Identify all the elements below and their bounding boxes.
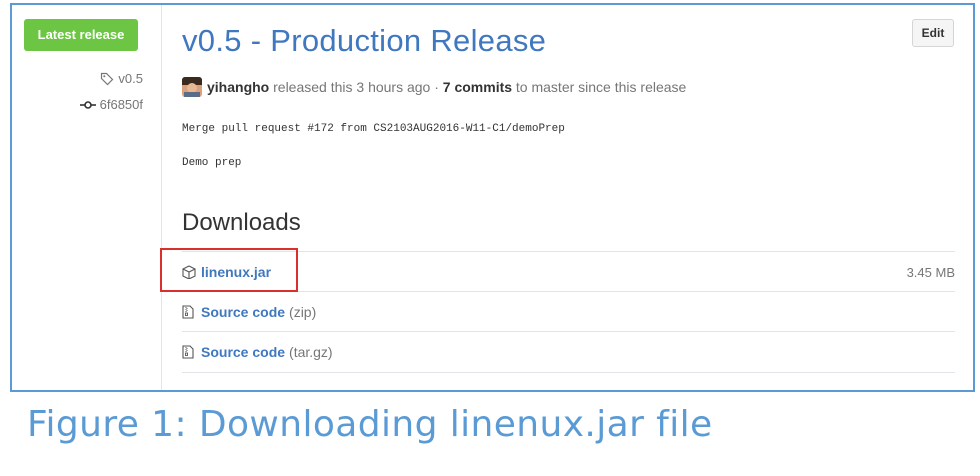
release-title[interactable]: v0.5 - Production Release xyxy=(182,23,546,59)
release-main: v0.5 - Production Release Edit yihangho … xyxy=(161,5,973,390)
release-body-line-2: Demo prep xyxy=(182,157,242,169)
edit-button[interactable]: Edit xyxy=(912,19,954,47)
release-sidebar: Latest release v0.5 6f6850f xyxy=(12,5,162,390)
author-link[interactable]: yihangho xyxy=(207,79,269,95)
download-link-targz[interactable]: Source code xyxy=(201,344,285,360)
highlight-box xyxy=(160,248,298,292)
commits-link[interactable]: 7 commits xyxy=(443,79,512,95)
download-row-targz[interactable]: Source code (tar.gz) xyxy=(182,331,955,373)
avatar[interactable] xyxy=(182,77,202,97)
figure-caption: Figure 1: Downloading linenux.jar file xyxy=(27,404,713,445)
release-byline: yihangho released this 3 hours ago · 7 c… xyxy=(182,77,686,97)
file-zip-icon xyxy=(182,344,196,360)
latest-release-badge: Latest release xyxy=(24,19,138,51)
file-zip-icon xyxy=(182,304,196,320)
release-body-line-1: Merge pull request #172 from CS2103AUG20… xyxy=(182,123,565,135)
commit-label: 6f6850f xyxy=(99,97,143,112)
commit-link[interactable]: 6f6850f xyxy=(79,97,143,112)
tag-link[interactable]: v0.5 xyxy=(100,71,143,86)
download-ext-zip: (zip) xyxy=(289,304,317,320)
downloads-heading: Downloads xyxy=(182,209,301,236)
download-link-zip[interactable]: Source code xyxy=(201,304,285,320)
release-frame: Latest release v0.5 6f6850f v0.5 - Produ… xyxy=(10,3,975,392)
tag-label: v0.5 xyxy=(118,71,143,86)
download-size: 3.45 MB xyxy=(906,264,955,280)
download-ext-targz: (tar.gz) xyxy=(289,344,333,360)
download-row-zip[interactable]: Source code (zip) xyxy=(182,291,955,332)
commit-icon xyxy=(79,100,96,110)
since-text: to master since this release xyxy=(512,79,687,95)
released-text: released this 3 hours ago · xyxy=(269,79,443,95)
tag-icon xyxy=(100,72,114,86)
